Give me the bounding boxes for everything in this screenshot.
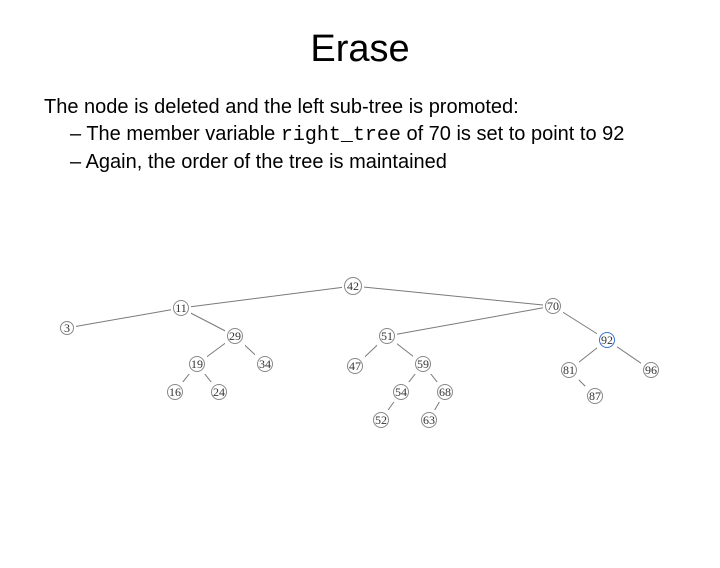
tree-node: 34 xyxy=(255,354,275,374)
slide-body: The node is deleted and the left sub-tre… xyxy=(44,95,676,175)
tree-node-label: 47 xyxy=(349,359,361,373)
tree-node-label: 54 xyxy=(395,385,407,399)
tree-node: 68 xyxy=(435,382,455,402)
tree-edge xyxy=(67,308,181,328)
bullet-1: The member variable right_tree of 70 is … xyxy=(70,122,676,148)
intro-text: The node is deleted and the left sub-tre… xyxy=(44,95,676,120)
tree-edge xyxy=(353,286,553,306)
page-title: Erase xyxy=(0,28,720,71)
tree-node: 59 xyxy=(413,354,433,374)
tree-node: 16 xyxy=(165,382,185,402)
tree-node-label: 70 xyxy=(547,299,559,313)
tree-node-label: 92 xyxy=(601,333,613,347)
tree-node-label: 42 xyxy=(347,279,359,293)
tree-node: 47 xyxy=(345,356,365,376)
tree-node: 51 xyxy=(377,326,397,346)
tree-node-label: 52 xyxy=(375,413,387,427)
bullet1-part-b: of 70 is set to point to 92 xyxy=(401,123,624,145)
tree-node-label: 24 xyxy=(213,385,225,399)
tree-node: 92 xyxy=(597,330,617,350)
bullet-list: The member variable right_tree of 70 is … xyxy=(44,122,676,175)
tree-node-label: 19 xyxy=(191,357,203,371)
tree-node: 70 xyxy=(543,296,563,316)
tree-node: 24 xyxy=(209,382,229,402)
tree-node: 52 xyxy=(371,410,391,430)
tree-node-label: 3 xyxy=(64,321,70,335)
bullet1-part-a: The member variable xyxy=(86,123,281,145)
tree-node: 63 xyxy=(419,410,439,430)
tree-node: 42 xyxy=(342,275,364,297)
tree-node-label: 68 xyxy=(439,385,451,399)
tree-edge xyxy=(387,306,553,336)
tree-node: 81 xyxy=(559,360,579,380)
tree-node: 3 xyxy=(58,319,76,337)
tree-node-label: 96 xyxy=(645,363,657,377)
tree-node-label: 59 xyxy=(417,357,429,371)
tree-node: 11 xyxy=(171,298,191,318)
tree-node: 19 xyxy=(187,354,207,374)
tree-node: 87 xyxy=(585,386,605,406)
tree-node: 29 xyxy=(225,326,245,346)
bullet-2: Again, the order of the tree is maintain… xyxy=(70,150,676,175)
tree-node-label: 63 xyxy=(423,413,435,427)
tree-edge xyxy=(181,286,353,308)
tree-node-label: 87 xyxy=(589,389,601,403)
tree-node-label: 11 xyxy=(175,301,187,315)
tree-node-label: 34 xyxy=(259,357,271,371)
tree-node-label: 16 xyxy=(169,385,181,399)
tree-node: 54 xyxy=(391,382,411,402)
tree-node-label: 51 xyxy=(381,329,393,343)
tree-diagram: 42 11 70 3 29 51 92 19 34 47 59 81 96 16 24 54 68 87 52 63 xyxy=(55,276,665,466)
tree-node: 96 xyxy=(641,360,661,380)
tree-node-label: 29 xyxy=(229,329,241,343)
bullet1-code: right_tree xyxy=(281,124,401,147)
tree-node-label: 81 xyxy=(563,363,575,377)
